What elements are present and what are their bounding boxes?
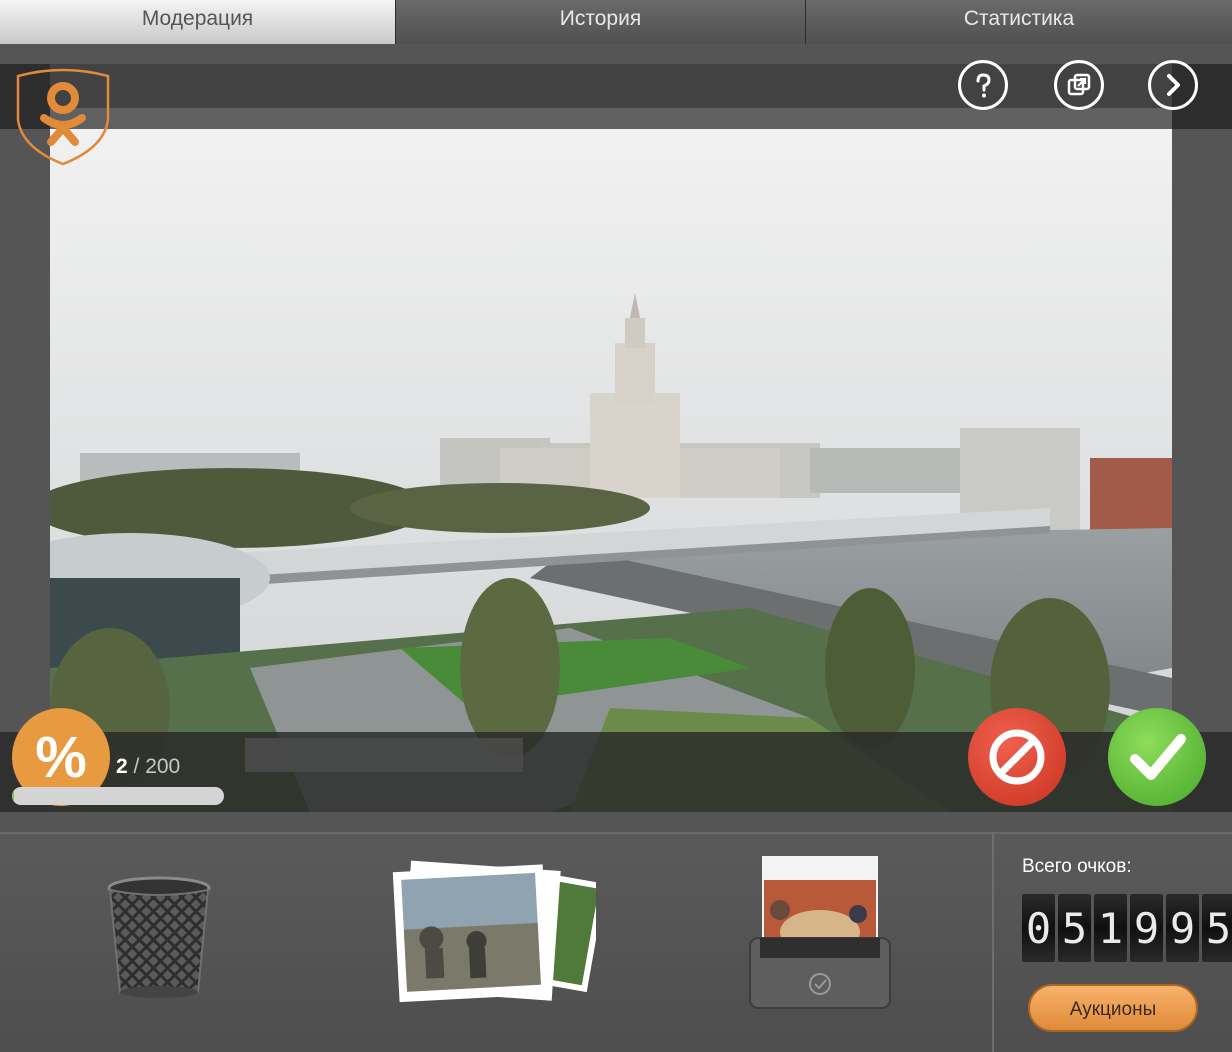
question-circle-icon bbox=[976, 73, 991, 98]
progress-total: 200 bbox=[145, 755, 181, 778]
accept-button[interactable] bbox=[1108, 708, 1206, 806]
ok-logo-icon bbox=[14, 68, 112, 166]
moderation-stage: % 2 / 200 bbox=[0, 44, 1232, 832]
next-button[interactable] bbox=[1148, 60, 1198, 110]
score-digit: 0 bbox=[1022, 894, 1055, 962]
checkmark-icon bbox=[1130, 734, 1186, 780]
progress-counter: 2 / 200 bbox=[116, 755, 180, 779]
popout-button[interactable] bbox=[1054, 60, 1104, 110]
tab-bar: Модерация История Статистика bbox=[0, 0, 1232, 44]
percent-symbol: % bbox=[35, 724, 87, 790]
tab-moderation[interactable]: Модерация bbox=[0, 0, 396, 44]
score-panel: Всего очков: 0 5 1 9 9 5 Аукционы bbox=[992, 832, 1232, 1052]
progress-current: 2 bbox=[116, 755, 128, 778]
reject-button[interactable] bbox=[968, 708, 1066, 806]
score-label: Всего очков: bbox=[1022, 856, 1132, 877]
external-window-icon bbox=[1067, 73, 1091, 96]
score-digit: 1 bbox=[1094, 894, 1127, 962]
score-digit: 5 bbox=[1202, 894, 1232, 962]
score-counter: 0 5 1 9 9 5 bbox=[1022, 894, 1232, 962]
tab-statistics[interactable]: Статистика bbox=[806, 0, 1232, 44]
prohibited-icon bbox=[989, 729, 1045, 785]
blurred-caption bbox=[245, 738, 523, 772]
score-digit: 9 bbox=[1130, 894, 1163, 962]
help-button[interactable] bbox=[958, 60, 1008, 110]
score-digit: 9 bbox=[1166, 894, 1199, 962]
moderated-photo bbox=[50, 108, 1172, 812]
tab-history[interactable]: История bbox=[396, 0, 806, 44]
photo-stack-icon[interactable] bbox=[386, 856, 606, 1011]
progress-bar bbox=[12, 787, 224, 805]
chevron-right-icon bbox=[1167, 74, 1180, 96]
auctions-button[interactable]: Аукционы bbox=[1028, 984, 1198, 1032]
progress-separator: / bbox=[127, 755, 146, 778]
score-digit: 5 bbox=[1058, 894, 1091, 962]
trash-bin-icon[interactable] bbox=[104, 874, 214, 1009]
approved-tray-icon[interactable] bbox=[746, 854, 894, 1019]
